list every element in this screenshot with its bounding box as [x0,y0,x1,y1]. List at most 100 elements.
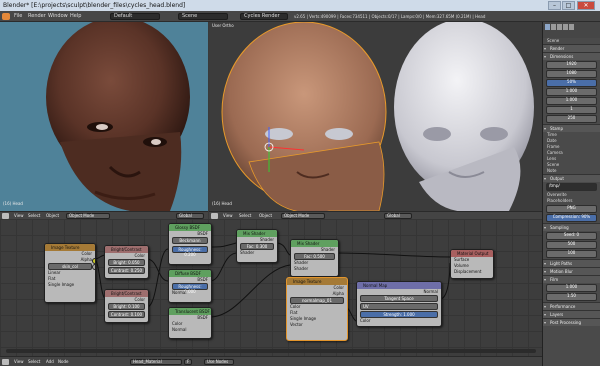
performance-panel-title[interactable]: Performance [543,302,600,310]
bright-field[interactable]: Bright: 0.100 [108,303,145,310]
image-select[interactable]: skin_col [48,263,92,270]
shader-input-2: Shader [294,266,309,271]
node-glossy-bsdf[interactable]: Glossy BSDF BSDF Beckmann Roughness: 0.2… [168,223,212,265]
node-title: Bright/Contrast [105,246,148,253]
properties-tabs [543,22,600,38]
seed-field[interactable]: Seed: 0 [546,232,597,240]
minimize-button[interactable]: – [548,1,561,10]
bright-field[interactable]: Bright: 0.050 [108,259,145,266]
film-exposure-field[interactable]: 1.000 [546,284,597,292]
space-select[interactable]: Tangent Space [360,295,438,302]
close-window-button[interactable]: ✕ [577,1,595,10]
contrast-field[interactable]: Contrast: 0.250 [108,267,145,274]
frame-end-field[interactable]: 250 [546,115,597,123]
render-tab-icon[interactable] [545,24,550,30]
3d-viewport[interactable]: User Ortho (16) Head [209,22,542,211]
render-menu-object[interactable]: Object [46,213,59,218]
node-editor[interactable]: Image Texture Color Alpha skin_col Linea… [0,219,542,356]
dimensions-panel-title[interactable]: Dimensions [543,52,600,60]
output-panel-title[interactable]: Output [543,174,600,182]
use-nodes-toggle[interactable]: Use Nodes [204,359,234,365]
node-material-output[interactable]: Material Output Surface Volume Displacem… [450,249,494,279]
fac-field[interactable]: Fac: 0.300 [240,243,274,250]
roughness-field[interactable]: Roughness: 0.200 [172,246,208,257]
node-title: Glossy BSDF [169,224,211,231]
preview-samples-field[interactable]: 100 [546,250,597,258]
node-output-alpha: Alpha [80,257,92,262]
view3d-menu-select[interactable]: Select [239,213,251,218]
render-menu-select[interactable]: Select [28,213,40,218]
output-path-field[interactable]: /tmp/ [546,183,597,191]
view3d-menu-object[interactable]: Object [259,213,272,218]
view3d-menu-view[interactable]: View [223,213,233,218]
render-panel-title[interactable]: Render [543,44,600,52]
scene-tab-icon[interactable] [557,24,562,30]
aspect-y-field[interactable]: 1.000 [546,97,597,105]
resolution-x-field[interactable]: 1920 [546,61,597,69]
filter-width-field[interactable]: 1.50 [546,293,597,301]
placeholders-checkbox[interactable]: Placeholders [543,198,600,204]
file-format-select[interactable]: PNG [546,205,597,213]
node-bright-contrast-2[interactable]: Bright/Contrast Color Bright: 0.100 Cont… [104,289,149,323]
stamp-panel-title[interactable]: Stamp [543,124,600,132]
layers-tab-icon[interactable] [551,24,556,30]
menu-file[interactable]: File [14,12,22,21]
node-title: Mix Shader [291,240,338,247]
render-engine-select[interactable]: Cycles Render [240,13,288,20]
node-menu-node[interactable]: Node [58,359,68,364]
object-tab-icon[interactable] [569,24,574,30]
node-diffuse-bsdf[interactable]: Diffuse BSDF BSDF Roughness: 0.000 Norma… [168,269,212,303]
fake-user-button[interactable]: F [184,359,192,365]
compression-field[interactable]: Compression: 90% [546,214,597,222]
aspect-x-field[interactable]: 1.000 [546,88,597,96]
uv-map-field[interactable]: UV [360,303,438,310]
editor-type-icon[interactable] [2,13,10,20]
light-paths-panel-title[interactable]: Light Paths [543,259,600,267]
render-object-label: (16) Head [3,201,23,206]
source-select[interactable]: Single Image [45,282,95,288]
strength-field[interactable]: Strength: 1.000 [360,311,438,318]
menu-window[interactable]: Window [48,12,68,21]
properties-panel[interactable]: Scene Render Dimensions 1920 1080 50% 1.… [542,22,600,366]
image-select[interactable]: normalmap_01 [290,297,344,304]
fac-field[interactable]: Fac: 0.500 [294,253,335,260]
normal-input: Normal [172,290,187,295]
material-select[interactable]: Head_Material [130,359,182,365]
screen-layout-select[interactable]: Default [110,13,160,20]
menu-help[interactable]: Help [70,12,81,21]
roughness-field[interactable]: Roughness: 0.000 [172,283,208,294]
distribution-select[interactable]: Beckmann [172,237,208,244]
resolution-percent-field[interactable]: 50% [546,79,597,87]
render-menu-view[interactable]: View [14,213,24,218]
node-title: Bright/Contrast [105,290,148,297]
editor-type-icon[interactable] [2,359,9,365]
node-menu-select[interactable]: Select [28,359,40,364]
sampling-panel-title[interactable]: Sampling [543,223,600,231]
node-normal-map[interactable]: Normal Map Normal Tangent Space UV Stren… [356,281,442,327]
resolution-y-field[interactable]: 1080 [546,70,597,78]
motion-blur-panel-title[interactable]: Motion Blur [543,267,600,275]
node-title: Normal Map [357,282,441,289]
node-menu-add[interactable]: Add [46,359,54,364]
render-samples-field[interactable]: 500 [546,241,597,249]
node-menu-view[interactable]: View [14,359,24,364]
post-processing-panel-title[interactable]: Post Processing [543,318,600,326]
node-bright-contrast-1[interactable]: Bright/Contrast Color Bright: 0.050 Cont… [104,245,149,279]
node-mix-shader-2[interactable]: Mix Shader Shader Fac: 0.500 Shader Shad… [290,239,339,277]
node-image-texture-normal[interactable]: Image Texture Color Alpha normalmap_01 C… [286,277,348,341]
contrast-field[interactable]: Contrast: 0.100 [108,311,145,318]
layers-panel-title[interactable]: Layers [543,310,600,318]
world-tab-icon[interactable] [563,24,568,30]
node-mix-shader-1[interactable]: Mix Shader Shader Fac: 0.300 Shader [236,229,278,263]
menu-render[interactable]: Render [28,12,46,21]
frame-start-field[interactable]: 1 [546,106,597,114]
scene-select[interactable]: Scene [178,13,228,20]
film-panel-title[interactable]: Film [543,275,600,283]
render-view[interactable]: Vert: 11 | Mem 76.74M, Peak 77.53M | Pat… [0,22,208,211]
horizontal-scrollbar[interactable] [6,349,536,353]
rendered-head-image [0,22,208,211]
alpha-socket[interactable] [92,264,95,270]
node-image-texture-skin[interactable]: Image Texture Color Alpha skin_col Linea… [44,243,96,303]
node-translucent-bsdf[interactable]: Translucent BSDF BSDF Color Normal [168,307,212,339]
maximize-button[interactable]: □ [562,1,575,10]
